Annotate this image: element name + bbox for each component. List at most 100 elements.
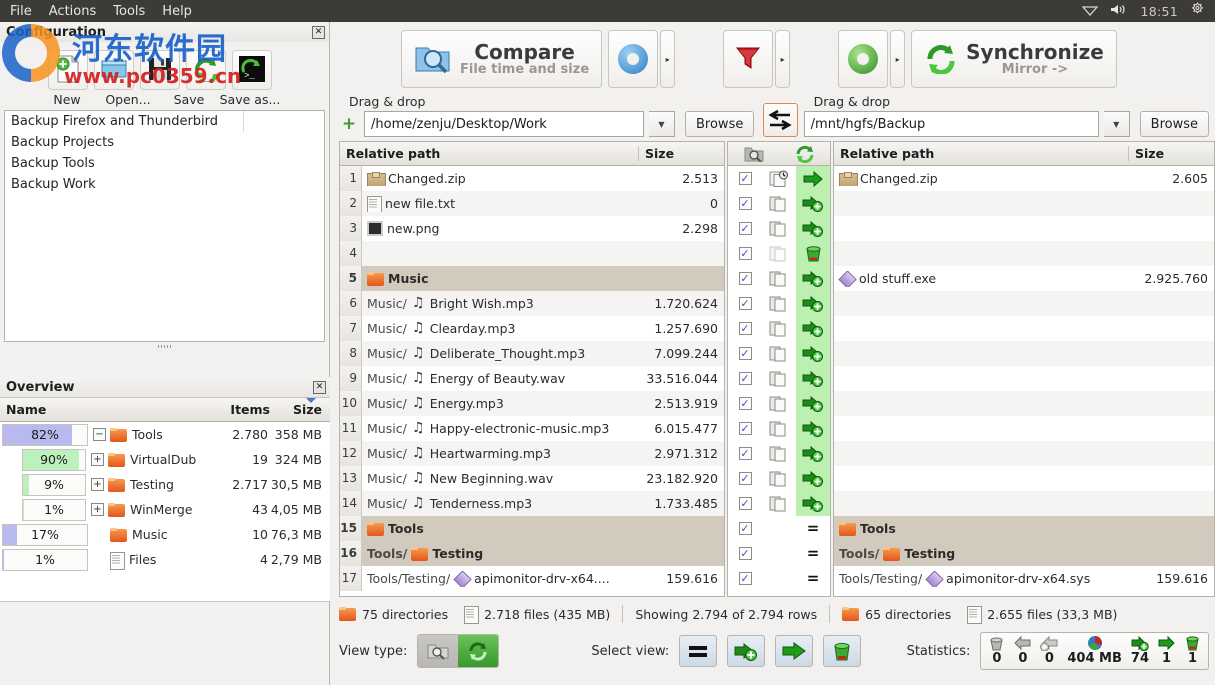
- right-header-relative-path[interactable]: Relative path: [834, 146, 1128, 161]
- row-direction-cell[interactable]: [796, 266, 830, 291]
- row-direction-cell[interactable]: [796, 366, 830, 391]
- table-row[interactable]: [834, 466, 1214, 491]
- row-direction-cell[interactable]: [796, 391, 830, 416]
- row-direction-cell[interactable]: =: [796, 516, 830, 541]
- table-row[interactable]: [834, 291, 1214, 316]
- overview-expander[interactable]: +: [91, 503, 104, 516]
- filter-dropdown-button[interactable]: ▸: [775, 30, 790, 88]
- configuration-list[interactable]: Backup Firefox and Thunderbird Backup Pr…: [4, 110, 325, 342]
- sync-row[interactable]: ✓: [728, 466, 830, 491]
- row-category-cell[interactable]: [762, 495, 796, 512]
- open-config-button[interactable]: [94, 50, 134, 90]
- row-direction-cell[interactable]: [796, 291, 830, 316]
- row-direction-cell[interactable]: [796, 216, 830, 241]
- left-table-rows[interactable]: 1Changed.zip2.5132new file.txt03new.png2…: [339, 166, 725, 597]
- chevron-down-icon[interactable]: ▼: [649, 111, 675, 137]
- row-direction-cell[interactable]: [796, 316, 830, 341]
- settings-gear-icon[interactable]: [1190, 2, 1205, 20]
- sync-direction-icon[interactable]: [779, 145, 830, 163]
- view-type-compare-button[interactable]: [418, 635, 458, 667]
- overview-header-size[interactable]: Size: [270, 402, 330, 417]
- table-row[interactable]: [834, 341, 1214, 366]
- table-row[interactable]: 3new.png2.298: [340, 216, 724, 241]
- close-icon[interactable]: ✕: [313, 381, 326, 394]
- config-item-0[interactable]: Backup Firefox and Thunderbird: [5, 111, 324, 132]
- row-checkbox[interactable]: ✓: [739, 222, 752, 235]
- config-item-2[interactable]: Backup Tools: [5, 153, 324, 174]
- row-checkbox[interactable]: ✓: [739, 322, 752, 335]
- filter-button[interactable]: [723, 30, 773, 88]
- clock[interactable]: 18:51: [1140, 4, 1178, 19]
- sync-row[interactable]: ✓: [728, 341, 830, 366]
- table-row[interactable]: 11Music/♫Happy-electronic-music.mp36.015…: [340, 416, 724, 441]
- row-category-cell[interactable]: [762, 270, 796, 287]
- row-checkbox[interactable]: ✓: [739, 197, 752, 210]
- swap-sides-button[interactable]: [763, 103, 798, 137]
- row-checkbox[interactable]: ✓: [739, 572, 752, 585]
- table-row[interactable]: 4: [340, 241, 724, 266]
- middle-table-rows[interactable]: ✓✓✓✓✓✓✓✓✓✓✓✓✓✓✓=✓=✓=: [727, 166, 831, 597]
- sync-row[interactable]: ✓: [728, 266, 830, 291]
- row-direction-cell[interactable]: =: [796, 566, 830, 591]
- right-table-rows[interactable]: Changed.zip2.605old stuff.exe2.925.760To…: [833, 166, 1215, 597]
- sync-row[interactable]: ✓: [728, 191, 830, 216]
- row-checkbox[interactable]: ✓: [739, 472, 752, 485]
- row-direction-cell[interactable]: [796, 466, 830, 491]
- row-checkbox[interactable]: ✓: [739, 422, 752, 435]
- table-row[interactable]: [834, 441, 1214, 466]
- table-row[interactable]: [834, 241, 1214, 266]
- save-config-button[interactable]: [140, 50, 180, 90]
- select-view-delete-button[interactable]: [823, 635, 861, 667]
- overview-row[interactable]: 90%+VirtualDub19324 MB: [0, 447, 330, 472]
- table-row[interactable]: [834, 316, 1214, 341]
- table-row[interactable]: 16Tools/Testing: [340, 541, 724, 566]
- overview-row[interactable]: 82%−Tools2.780358 MB: [0, 422, 330, 447]
- row-direction-cell[interactable]: [796, 191, 830, 216]
- table-row[interactable]: Tools/Testing/apimonitor-drv-x64.sys159.…: [834, 566, 1214, 591]
- sync-row[interactable]: ✓: [728, 241, 830, 266]
- sync-row[interactable]: ✓: [728, 441, 830, 466]
- plus-icon[interactable]: +: [339, 114, 359, 134]
- menu-actions[interactable]: Actions: [49, 4, 97, 19]
- table-row[interactable]: 15Tools: [340, 516, 724, 541]
- table-row[interactable]: 7Music/♫Clearday.mp31.257.690: [340, 316, 724, 341]
- compare-dropdown-button[interactable]: ▸: [660, 30, 675, 88]
- left-header-relative-path[interactable]: Relative path: [340, 146, 638, 161]
- row-checkbox[interactable]: ✓: [739, 447, 752, 460]
- row-checkbox[interactable]: ✓: [739, 297, 752, 310]
- sync-row[interactable]: ✓=: [728, 541, 830, 566]
- table-row[interactable]: 6Music/♫Bright Wish.mp31.720.624: [340, 291, 724, 316]
- table-row[interactable]: 13Music/♫New Beginning.wav23.182.920: [340, 466, 724, 491]
- sync-row[interactable]: ✓: [728, 166, 830, 191]
- close-icon[interactable]: ✕: [312, 26, 325, 39]
- row-direction-cell[interactable]: [796, 441, 830, 466]
- row-checkbox[interactable]: ✓: [739, 497, 752, 510]
- compare-settings-button[interactable]: [608, 30, 658, 88]
- table-row[interactable]: 1Changed.zip2.513: [340, 166, 724, 191]
- row-category-cell[interactable]: [762, 220, 796, 237]
- category-preview-icon[interactable]: [728, 145, 779, 162]
- sync-row[interactable]: ✓: [728, 366, 830, 391]
- compare-button[interactable]: Compare File time and size: [401, 30, 602, 88]
- sync-row[interactable]: ✓=: [728, 516, 830, 541]
- select-view-create-button[interactable]: [727, 635, 765, 667]
- row-category-cell[interactable]: [762, 195, 796, 212]
- overview-row[interactable]: 1%Files42,79 MB: [0, 547, 330, 572]
- terminal-button[interactable]: >_: [232, 50, 272, 90]
- table-row[interactable]: [834, 366, 1214, 391]
- menu-help[interactable]: Help: [162, 4, 192, 19]
- row-checkbox[interactable]: ✓: [739, 397, 752, 410]
- row-checkbox[interactable]: ✓: [739, 522, 752, 535]
- overview-row[interactable]: 1%+WinMerge434,05 MB: [0, 497, 330, 522]
- row-category-cell[interactable]: [762, 295, 796, 312]
- table-row[interactable]: Tools: [834, 516, 1214, 541]
- row-direction-cell[interactable]: [796, 491, 830, 516]
- row-category-cell[interactable]: [762, 445, 796, 462]
- config-item-3[interactable]: Backup Work: [5, 174, 324, 195]
- table-row[interactable]: 9Music/♫Energy of Beauty.wav33.516.044: [340, 366, 724, 391]
- row-category-cell[interactable]: [762, 395, 796, 412]
- table-row[interactable]: 12Music/♫Heartwarming.mp32.971.312: [340, 441, 724, 466]
- table-row[interactable]: 8Music/♫Deliberate_Thought.mp37.099.244: [340, 341, 724, 366]
- overview-expander[interactable]: −: [93, 428, 106, 441]
- right-browse-button[interactable]: Browse: [1140, 111, 1209, 137]
